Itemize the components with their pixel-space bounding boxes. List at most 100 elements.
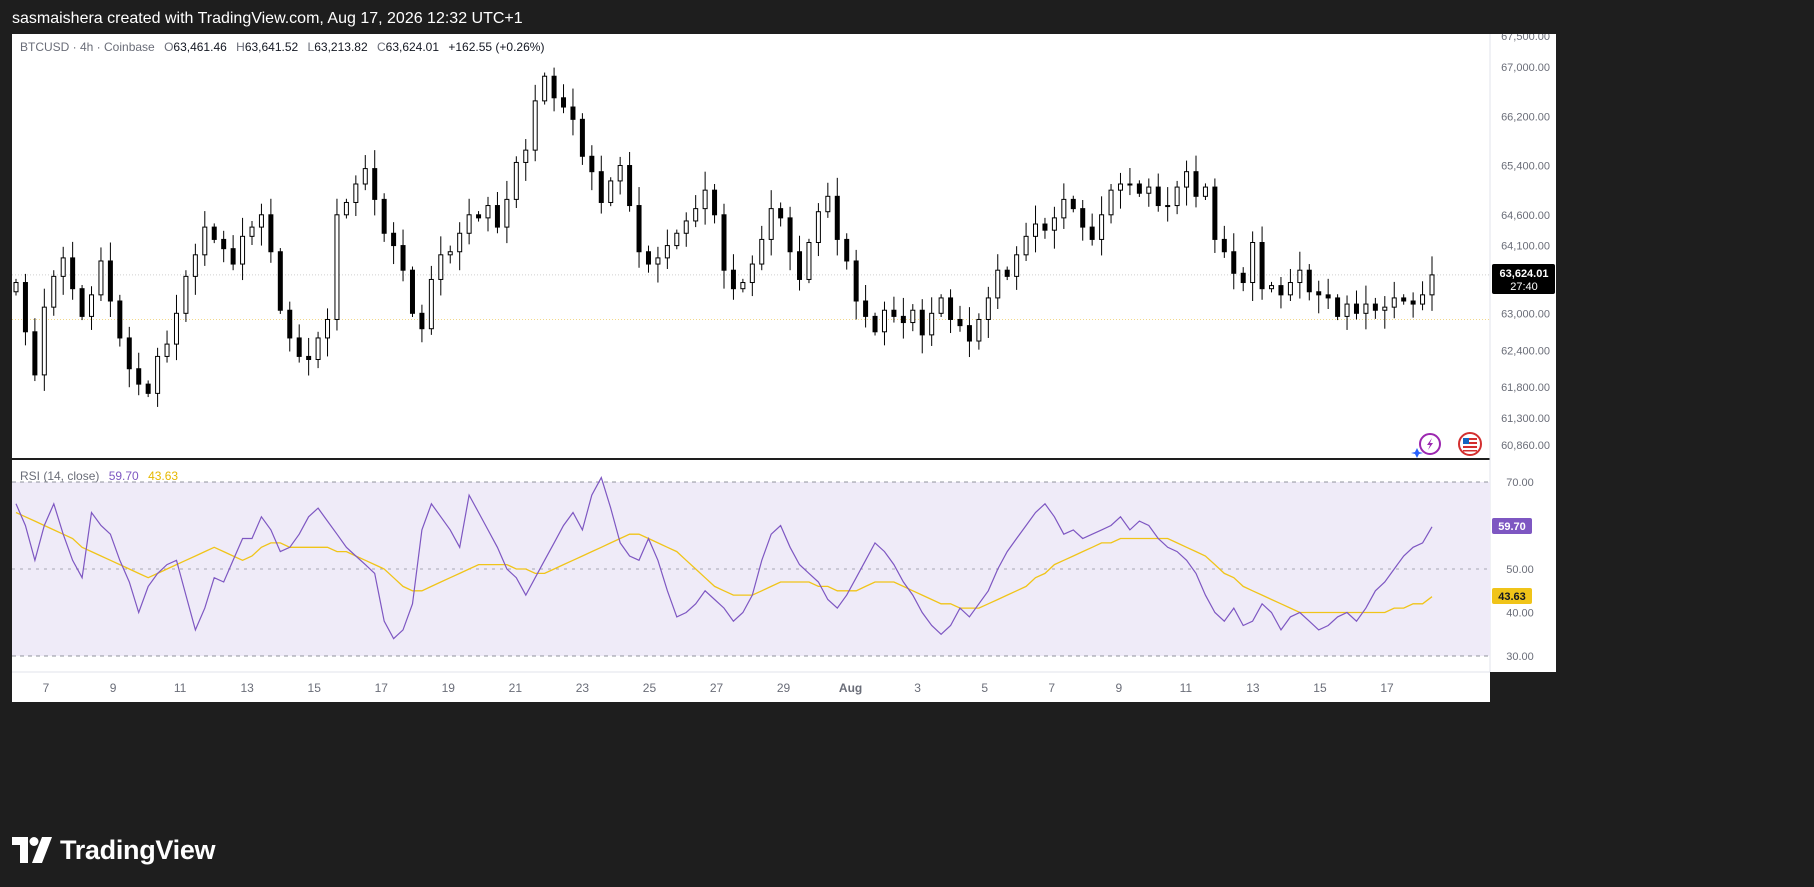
- candle-body-up: [1014, 254, 1020, 277]
- candle-body-up: [881, 309, 887, 333]
- candle-body-down: [844, 238, 850, 262]
- rsi-value-tag: 59.70: [1492, 518, 1532, 534]
- tradingview-brand[interactable]: TradingView: [12, 832, 216, 868]
- candle-body-up: [523, 149, 529, 163]
- candle-body-up: [315, 337, 321, 360]
- countdown-label: 27:40: [1510, 281, 1538, 293]
- rsi-tick-label: 40.00: [1506, 608, 1534, 620]
- time-axis-ticks: 7 9 11 13 15 17 19 21 23 25 27 29 Aug 3 5 7 9 11 13 15 17: [43, 681, 1394, 695]
- candle-body-up: [1250, 242, 1256, 284]
- time-tick-label: 25: [643, 681, 657, 695]
- candle-body-up: [1146, 186, 1152, 194]
- candle-body-down: [372, 168, 378, 200]
- price-tick-label: 64,100.00: [1501, 241, 1550, 253]
- candle-body-down: [645, 251, 651, 265]
- price-tick-label: 62,400.00: [1501, 345, 1550, 357]
- candle-body-down: [721, 214, 727, 271]
- time-axis[interactable]: [12, 672, 1490, 702]
- candle-body-down: [230, 248, 236, 265]
- tradingview-logo-icon: [12, 837, 52, 863]
- candle-body-up: [249, 226, 255, 237]
- candle-body-down: [1231, 251, 1237, 274]
- candle-body-up: [1108, 189, 1114, 216]
- legend-h-label: H: [236, 40, 245, 54]
- candle-body-down: [1080, 208, 1086, 228]
- time-tick-label: 17: [375, 681, 389, 695]
- rsi-tag-label: 59.70: [1498, 521, 1526, 533]
- candle: [277, 248, 283, 314]
- candle-body-up: [1344, 303, 1350, 317]
- candle: [806, 238, 812, 284]
- candle-body-down: [145, 383, 151, 394]
- candle-body-up: [41, 306, 47, 376]
- candle-body-up: [485, 205, 491, 219]
- candle-body-up: [155, 355, 161, 394]
- candle-body-up: [1023, 235, 1029, 256]
- candle-body-up: [1051, 217, 1057, 231]
- candle-body-down: [1372, 303, 1378, 311]
- candle-body-down: [32, 331, 38, 376]
- legend-line: BTCUSD · 4h · Coinbase O63,461.46 H63,64…: [20, 40, 544, 54]
- candle-body-down: [391, 232, 397, 247]
- candle-body-down: [1278, 285, 1284, 296]
- time-tick-label: 29: [777, 681, 791, 695]
- candle-body-up: [825, 195, 831, 213]
- time-tick-label: 5: [981, 681, 988, 695]
- candle-body-up: [1099, 214, 1105, 240]
- candle-body-up: [1420, 294, 1426, 305]
- candle-body-down: [966, 325, 972, 342]
- candle-body-up: [1269, 285, 1275, 290]
- candle-body-up: [702, 189, 708, 210]
- candle-body-up: [1184, 171, 1190, 188]
- candle-body-down: [136, 368, 142, 385]
- legend-o-value: 63,461.46: [173, 40, 227, 54]
- candle-body-down: [1089, 226, 1095, 240]
- legend-c-value: 63,624.01: [386, 40, 440, 54]
- candle-body-up: [258, 214, 264, 228]
- rsi-ma-value-tag: 43.63: [1492, 588, 1532, 604]
- candle-body-up: [60, 257, 66, 277]
- legend-o-label: O: [164, 40, 173, 54]
- candle-body-down: [1136, 183, 1142, 194]
- candle-body-up: [428, 278, 434, 330]
- candle-body-up: [608, 180, 614, 203]
- candle-body-down: [296, 337, 302, 357]
- candle-body-down: [22, 282, 28, 333]
- rsi-legend-label: RSI (14, close): [20, 469, 99, 483]
- candle-body-down: [948, 297, 954, 320]
- candle-body-up: [192, 254, 198, 277]
- price-pane[interactable]: [12, 34, 1490, 458]
- price-tick-label: 61,800.00: [1501, 382, 1550, 394]
- candle-body-up: [173, 312, 179, 345]
- candle-body-up: [438, 254, 444, 280]
- legend-c-label: C: [377, 40, 386, 54]
- candle-body-down: [1401, 297, 1407, 302]
- candle-body-down: [268, 214, 274, 253]
- time-tick-label: 23: [576, 681, 590, 695]
- candle-body-up: [674, 232, 680, 247]
- rsi-legend: RSI (14, close) 59.70 43.63: [20, 469, 178, 483]
- candle-body-up: [938, 297, 944, 314]
- candle-body-up: [683, 220, 689, 234]
- price-tick-label: 63,000.00: [1501, 308, 1550, 320]
- candle-body-down: [221, 238, 227, 250]
- candle-body-down: [797, 251, 803, 280]
- candle-body-up: [240, 235, 246, 265]
- candle-body-down: [627, 165, 633, 207]
- rsi-legend-ma-value: 43.63: [148, 469, 178, 483]
- candle-body-up: [532, 100, 538, 151]
- candle-body-down: [1070, 198, 1076, 210]
- candle-body-up: [1382, 306, 1388, 311]
- candle-body-up: [1117, 183, 1123, 191]
- candle-body-down: [381, 198, 387, 234]
- time-tick-label: 13: [1246, 681, 1260, 695]
- candle-body-up: [13, 282, 19, 293]
- us-flag-icon[interactable]: [1458, 432, 1482, 456]
- candle: [79, 284, 85, 321]
- rsi-ma-tag-label: 43.63: [1498, 591, 1526, 603]
- chart-canvas[interactable]: 67,500.00 67,000.00 66,200.00 65,400.00 64,6…: [12, 34, 1802, 811]
- time-tick-label: 19: [442, 681, 456, 695]
- candle-body-up: [1202, 186, 1208, 197]
- candle-body-down: [70, 257, 76, 290]
- candle-body-up: [759, 238, 765, 265]
